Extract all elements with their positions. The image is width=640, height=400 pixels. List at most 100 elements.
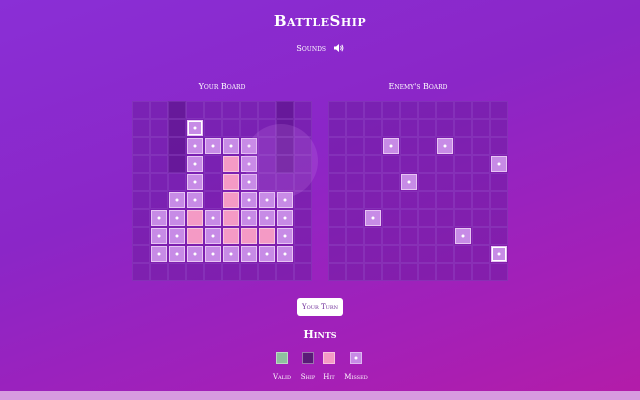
board-cell[interactable] (150, 119, 168, 137)
board-cell[interactable] (454, 191, 472, 209)
board-cell[interactable] (418, 263, 436, 281)
board-cell[interactable] (346, 101, 364, 119)
board-cell[interactable] (436, 119, 454, 137)
board-cell[interactable] (168, 101, 186, 119)
board-cell[interactable] (204, 263, 222, 281)
board-cell[interactable] (418, 173, 436, 191)
sounds-toggle[interactable]: Sounds (0, 43, 640, 55)
ship-cell[interactable] (187, 192, 203, 208)
board-cell[interactable] (222, 119, 240, 137)
missed-cell[interactable] (365, 210, 381, 226)
board-cell[interactable] (490, 119, 508, 137)
ship-cell[interactable] (151, 246, 167, 262)
board-cell[interactable] (132, 155, 150, 173)
board-cell[interactable] (490, 209, 508, 227)
board-cell[interactable] (436, 245, 454, 263)
board-cell[interactable] (294, 101, 312, 119)
hit-cell[interactable] (223, 228, 239, 244)
board-cell[interactable] (418, 155, 436, 173)
board-cell[interactable] (150, 155, 168, 173)
board-cell[interactable] (400, 263, 418, 281)
board-cell[interactable] (418, 137, 436, 155)
board-cell[interactable] (168, 263, 186, 281)
board-cell[interactable] (472, 245, 490, 263)
board-cell[interactable] (346, 227, 364, 245)
missed-cell[interactable] (401, 174, 417, 190)
board-cell[interactable] (436, 173, 454, 191)
board-cell[interactable] (490, 191, 508, 209)
board-cell[interactable] (454, 101, 472, 119)
board-cell[interactable] (328, 263, 346, 281)
board-cell[interactable] (132, 209, 150, 227)
board-cell[interactable] (454, 173, 472, 191)
board-cell[interactable] (382, 101, 400, 119)
board-cell[interactable] (222, 101, 240, 119)
board-cell[interactable] (400, 101, 418, 119)
board-cell[interactable] (328, 155, 346, 173)
board-cell[interactable] (472, 101, 490, 119)
ship-cell[interactable] (205, 138, 221, 154)
board-cell[interactable] (490, 101, 508, 119)
board-cell[interactable] (346, 209, 364, 227)
board-cell[interactable] (132, 119, 150, 137)
board-cell[interactable] (204, 191, 222, 209)
ship-cell[interactable] (169, 228, 185, 244)
ship-cell[interactable] (223, 138, 239, 154)
board-cell[interactable] (328, 209, 346, 227)
board-cell[interactable] (346, 263, 364, 281)
ship-cell[interactable] (241, 210, 257, 226)
ship-cell[interactable] (259, 246, 275, 262)
board-cell[interactable] (436, 227, 454, 245)
board-cell[interactable] (418, 209, 436, 227)
ship-cell[interactable] (187, 156, 203, 172)
ship-cell[interactable] (205, 228, 221, 244)
speaker-icon[interactable] (333, 43, 344, 55)
board-cell[interactable] (364, 119, 382, 137)
board-cell[interactable] (418, 119, 436, 137)
board-cell[interactable] (454, 263, 472, 281)
board-cell[interactable] (150, 101, 168, 119)
board-cell[interactable] (328, 227, 346, 245)
ship-cell[interactable] (241, 192, 257, 208)
board-cell[interactable] (346, 137, 364, 155)
board-cell[interactable] (132, 101, 150, 119)
missed-cell[interactable] (455, 228, 471, 244)
board-cell[interactable] (204, 155, 222, 173)
board-cell[interactable] (328, 245, 346, 263)
board-cell[interactable] (454, 119, 472, 137)
your-turn-button[interactable]: Your Turn (297, 298, 343, 316)
board-cell[interactable] (150, 263, 168, 281)
board-cell[interactable] (328, 173, 346, 191)
board-cell[interactable] (400, 191, 418, 209)
hit-cell[interactable] (223, 210, 239, 226)
board-cell[interactable] (400, 209, 418, 227)
board-cell[interactable] (436, 209, 454, 227)
ship-cell[interactable] (259, 210, 275, 226)
ship-cell[interactable] (277, 246, 293, 262)
board-cell[interactable] (132, 173, 150, 191)
board-cell[interactable] (472, 191, 490, 209)
board-cell[interactable] (276, 101, 294, 119)
board-cell[interactable] (240, 101, 258, 119)
board-cell[interactable] (418, 245, 436, 263)
board-cell[interactable] (346, 173, 364, 191)
board-cell[interactable] (364, 227, 382, 245)
board-cell[interactable] (294, 245, 312, 263)
board-cell[interactable] (454, 137, 472, 155)
board-cell[interactable] (472, 155, 490, 173)
board-cell[interactable] (168, 173, 186, 191)
ship-cell[interactable] (151, 228, 167, 244)
board-cell[interactable] (276, 263, 294, 281)
ship-cell[interactable] (187, 174, 203, 190)
ship-cell[interactable] (277, 210, 293, 226)
board-cell[interactable] (400, 227, 418, 245)
board-cell[interactable] (436, 191, 454, 209)
missed-cell[interactable] (383, 138, 399, 154)
ship-cell[interactable] (223, 246, 239, 262)
board-cell[interactable] (132, 263, 150, 281)
board-cell[interactable] (490, 227, 508, 245)
board-cell[interactable] (258, 263, 276, 281)
ship-cell[interactable] (205, 210, 221, 226)
board-cell[interactable] (436, 155, 454, 173)
board-cell[interactable] (294, 227, 312, 245)
